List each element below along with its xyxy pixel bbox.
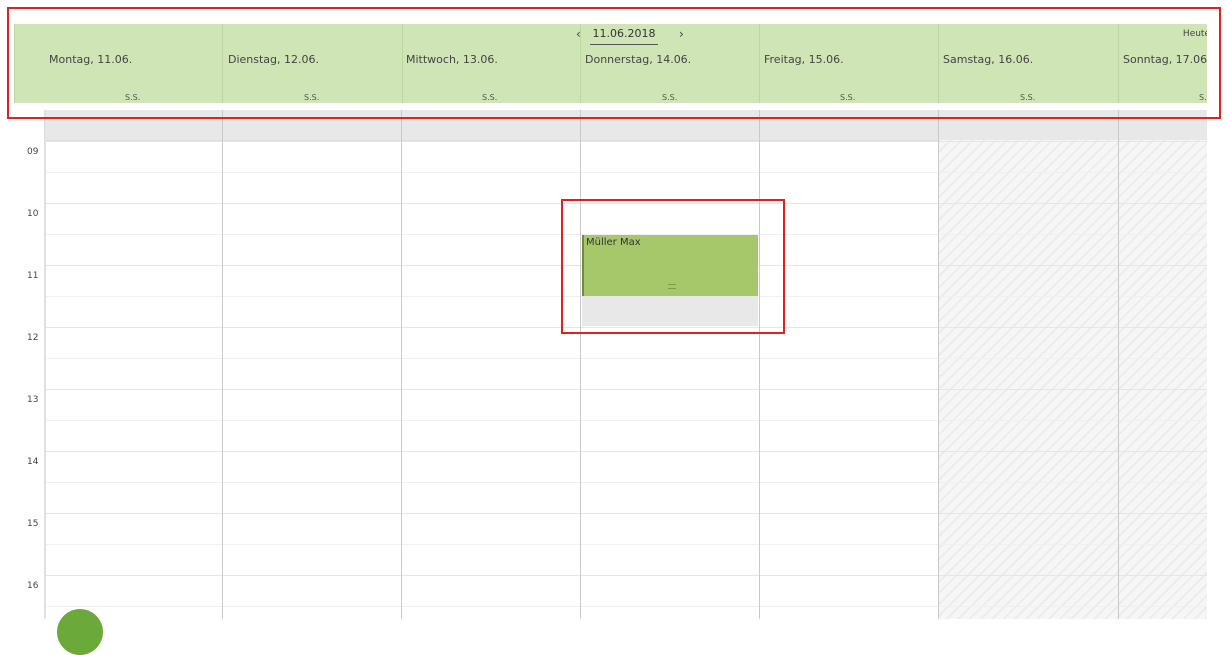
half-hour-line [46,420,1207,421]
hour-label: 13 [27,395,39,405]
half-hour-line [46,606,1207,607]
half-hour-line [46,172,1207,173]
hour-line [46,141,1207,142]
hour-line [46,575,1207,576]
hour-label: 14 [27,457,39,467]
hour-line [46,389,1207,390]
hour-label: 15 [27,519,39,529]
annotation-box-header [7,7,1221,119]
weekend-sunday-column [1118,140,1207,619]
hour-label: 09 [27,147,39,157]
hour-line [46,513,1207,514]
day-divider [401,110,402,619]
day-divider [1118,110,1119,619]
day-divider [759,110,760,619]
hour-label: 11 [27,271,39,281]
hour-label: 10 [27,209,39,219]
hour-label: 12 [27,333,39,343]
half-hour-line [46,482,1207,483]
half-hour-line [46,544,1207,545]
calendar-grid[interactable] [46,110,1207,619]
day-divider [222,110,223,619]
day-divider [580,110,581,619]
day-divider [938,110,939,619]
hour-line [46,451,1207,452]
half-hour-line [46,358,1207,359]
weekend-saturday-column [938,140,1118,619]
add-appointment-button[interactable] [57,609,103,655]
annotation-box-appointment [561,199,785,334]
hour-label: 16 [27,581,39,591]
